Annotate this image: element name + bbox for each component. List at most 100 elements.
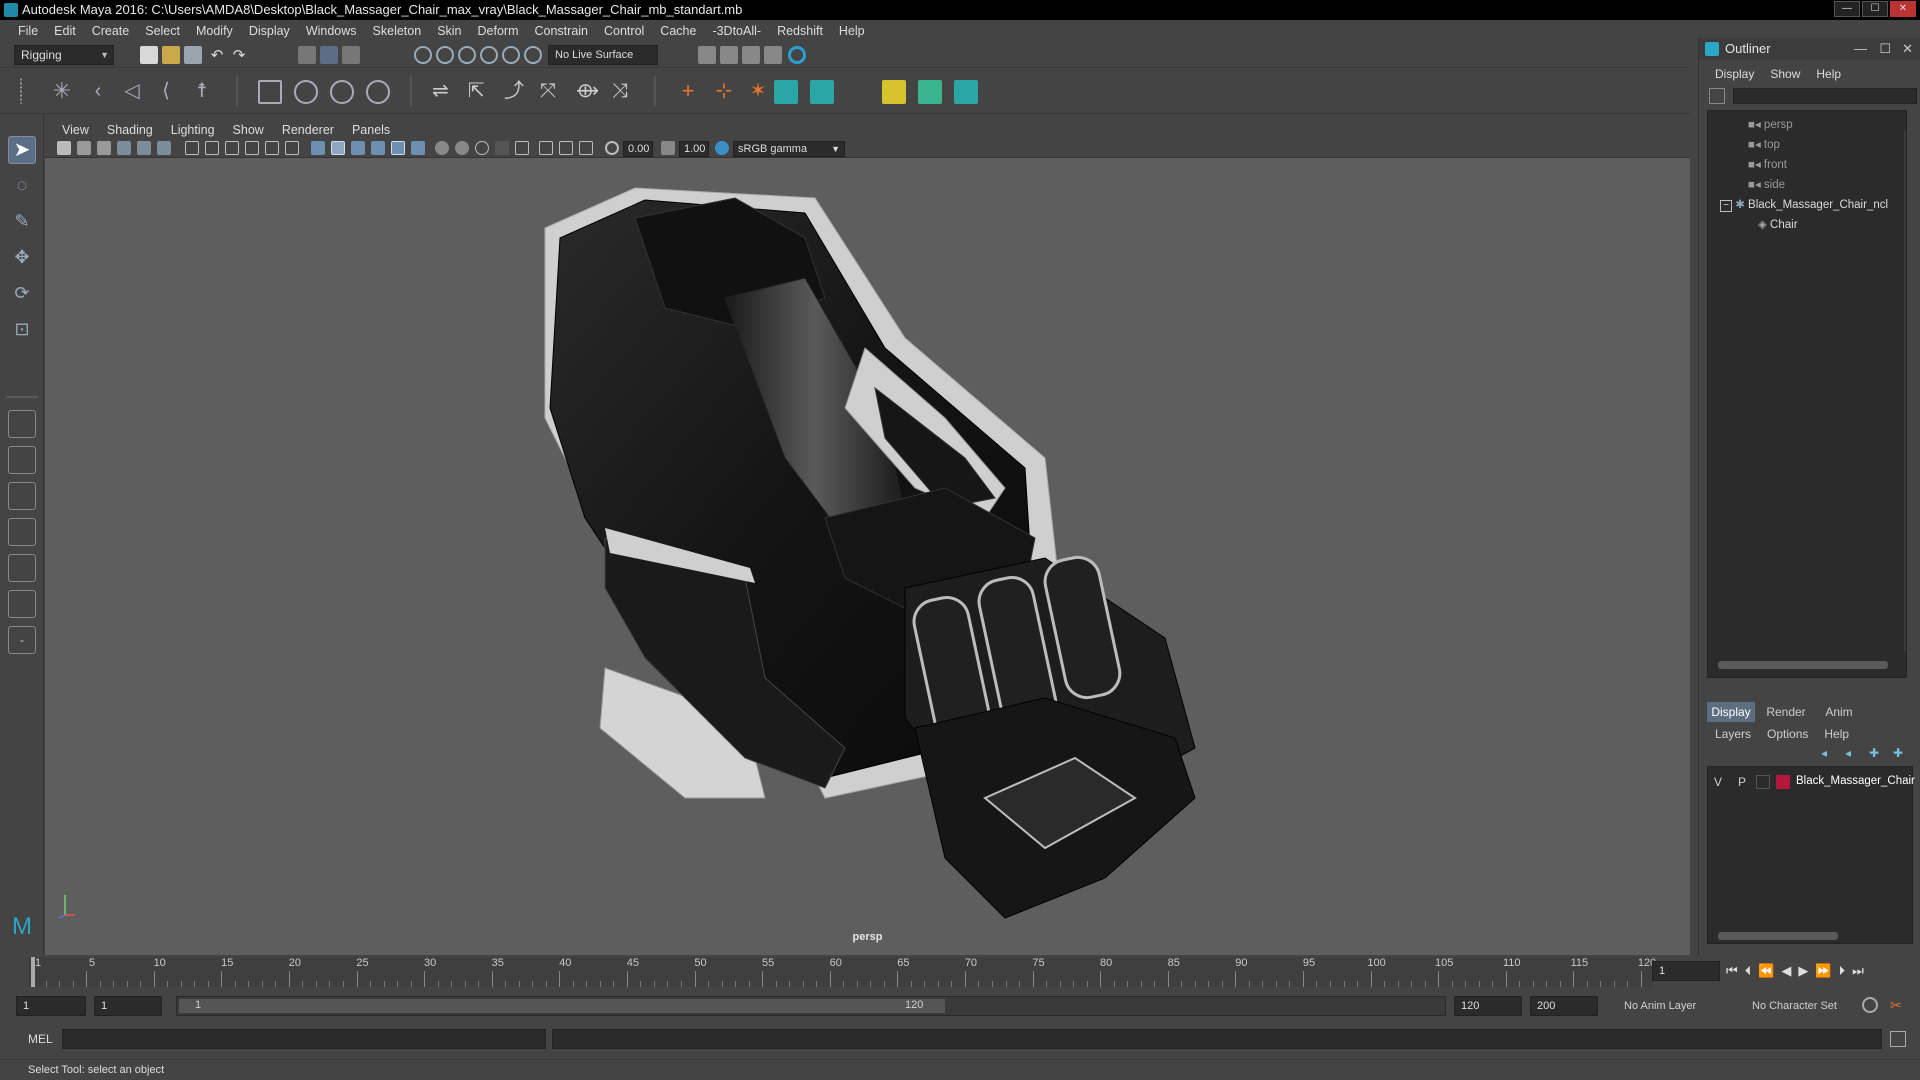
- persp-graph-layout-icon[interactable]: [8, 518, 36, 546]
- outliner-item-front[interactable]: ■◂ front: [1748, 157, 1787, 171]
- view-transform-dropdown[interactable]: sRGB gamma ▼: [733, 141, 845, 157]
- close-icon[interactable]: ✕: [1902, 38, 1913, 60]
- script-editor-icon[interactable]: [1890, 1031, 1906, 1047]
- go-to-start-icon[interactable]: ⏮: [1726, 963, 1738, 979]
- gate-mask-icon[interactable]: [245, 141, 259, 155]
- blend-shape-icon[interactable]: ⤧: [540, 80, 564, 104]
- rotate-tool-icon[interactable]: ⟳: [8, 280, 36, 308]
- joint-tool-icon[interactable]: ✳: [50, 80, 74, 104]
- play-forwards-icon[interactable]: ▶: [1798, 963, 1808, 979]
- scale-tool-icon[interactable]: ⊡: [8, 316, 36, 344]
- new-layer-icon[interactable]: ✚: [1869, 746, 1883, 760]
- range-slider-handle[interactable]: [179, 999, 945, 1013]
- menu-skeleton[interactable]: Skeleton: [365, 24, 430, 38]
- point-constraint-icon[interactable]: +: [676, 80, 700, 104]
- interactive-bind-icon[interactable]: [294, 80, 318, 104]
- playback-end-field[interactable]: 120: [1454, 996, 1522, 1016]
- layer-row[interactable]: V P Black_Massager_Chair: [1708, 773, 1915, 791]
- single-perspective-layout-icon[interactable]: [8, 410, 36, 438]
- refresh-icon[interactable]: [1709, 88, 1725, 104]
- select-by-component-icon[interactable]: [342, 46, 360, 64]
- outliner-menu-show[interactable]: Show: [1762, 67, 1808, 81]
- snap-live-icon[interactable]: [502, 46, 520, 64]
- persp-outliner-layout-icon[interactable]: [8, 482, 36, 510]
- exposure-icon[interactable]: [605, 141, 619, 155]
- bind-skin-icon[interactable]: [258, 80, 282, 104]
- live-surface-field[interactable]: No Live Surface: [548, 45, 658, 65]
- custom-layout-icon[interactable]: [8, 590, 36, 618]
- mash-icon[interactable]: [774, 80, 798, 104]
- snap-point-icon[interactable]: [458, 46, 476, 64]
- undo-icon[interactable]: ↶: [208, 46, 226, 64]
- snap-view-plane-icon[interactable]: [480, 46, 498, 64]
- panel-menu-lighting[interactable]: Lighting: [162, 123, 224, 137]
- anti-aliasing-icon[interactable]: [475, 141, 489, 155]
- mash-network-icon[interactable]: [810, 80, 834, 104]
- smooth-shade-icon[interactable]: [331, 141, 345, 155]
- textured-icon[interactable]: [371, 141, 385, 155]
- outliner-search-input[interactable]: [1733, 88, 1917, 104]
- field-chart-icon[interactable]: [265, 141, 279, 155]
- aim-constraint-icon[interactable]: ⊹: [712, 80, 736, 104]
- film-gate-icon[interactable]: [205, 141, 219, 155]
- skin-cluster-icon[interactable]: [366, 80, 390, 104]
- panel-menu-panels[interactable]: Panels: [343, 123, 399, 137]
- tab-display[interactable]: Display: [1707, 702, 1755, 722]
- resolution-gate-icon[interactable]: [225, 141, 239, 155]
- use-all-lights-icon[interactable]: [391, 141, 405, 155]
- step-back-frame-icon[interactable]: ⏴: [1745, 963, 1752, 979]
- current-time-marker[interactable]: [31, 957, 35, 987]
- ik-spline-icon[interactable]: ◁: [120, 80, 144, 104]
- select-by-object-icon[interactable]: [320, 46, 338, 64]
- orient-constraint-icon[interactable]: ✶: [746, 80, 770, 104]
- animation-start-field[interactable]: 1: [16, 996, 86, 1016]
- sculpt-deformer-icon[interactable]: ⤨: [612, 80, 636, 104]
- tab-anim[interactable]: Anim: [1817, 702, 1861, 722]
- snap-curve-icon[interactable]: [436, 46, 454, 64]
- script-tool-icon[interactable]: [882, 80, 906, 104]
- current-frame-field[interactable]: 1: [1652, 961, 1720, 981]
- minimize-icon[interactable]: —: [1854, 38, 1867, 60]
- shadows-icon[interactable]: [411, 141, 425, 155]
- menu-help[interactable]: Help: [831, 24, 873, 38]
- step-back-key-icon[interactable]: ⏪: [1758, 963, 1774, 979]
- isolate-select-icon[interactable]: [515, 141, 529, 155]
- camera-attributes-icon[interactable]: [77, 141, 91, 155]
- save-scene-icon[interactable]: [184, 46, 202, 64]
- menu-deform[interactable]: Deform: [470, 24, 527, 38]
- redo-icon[interactable]: ↷: [230, 46, 248, 64]
- menu-3dtoall[interactable]: -3DtoAll-: [704, 24, 769, 38]
- range-slider[interactable]: 1 120: [176, 996, 1446, 1016]
- new-scene-icon[interactable]: [140, 46, 158, 64]
- backface-culling-icon[interactable]: [579, 141, 593, 155]
- panel-menu-show[interactable]: Show: [224, 123, 273, 137]
- menu-display[interactable]: Display: [241, 24, 298, 38]
- screen-space-ao-icon[interactable]: [435, 141, 449, 155]
- render-view-icon[interactable]: [698, 46, 716, 64]
- cluster-icon[interactable]: ⇌: [432, 80, 456, 104]
- new-layer-from-selected-icon[interactable]: ✚: [1893, 746, 1907, 760]
- menu-file[interactable]: File: [10, 24, 46, 38]
- auto-key-icon[interactable]: [1862, 997, 1878, 1013]
- go-to-end-icon[interactable]: ⏭: [1852, 963, 1864, 979]
- outliner-item-chair-group[interactable]: − ✱ Black_Massager_Chair_ncl: [1720, 197, 1888, 212]
- menu-set-dropdown[interactable]: Rigging ▼: [14, 45, 114, 65]
- vertical-scrollbar[interactable]: [1904, 131, 1906, 651]
- move-layer-down-icon[interactable]: ◂: [1845, 746, 1859, 760]
- layer-playback-toggle[interactable]: P: [1738, 775, 1746, 789]
- grid-icon[interactable]: [185, 141, 199, 155]
- step-forward-frame-icon[interactable]: ⏵: [1839, 963, 1846, 979]
- panel-menu-view[interactable]: View: [53, 123, 98, 137]
- xray-joints-icon[interactable]: [559, 141, 573, 155]
- maximize-icon[interactable]: ☐: [1879, 38, 1891, 60]
- more-layouts-icon[interactable]: -: [8, 626, 36, 654]
- outliner-item-top[interactable]: ■◂ top: [1748, 137, 1780, 151]
- color-management-icon[interactable]: [715, 141, 729, 155]
- xray-icon[interactable]: [539, 141, 553, 155]
- anim-layer-dropdown[interactable]: No Anim Layer: [1624, 996, 1738, 1016]
- humanik-icon[interactable]: ☨: [190, 80, 214, 104]
- outliner-item-chair[interactable]: ◈ Chair: [1758, 217, 1798, 231]
- wire-deformer-icon[interactable]: ⟴: [576, 80, 600, 104]
- select-camera-icon[interactable]: [57, 141, 71, 155]
- character-set-dropdown[interactable]: No Character Set: [1752, 996, 1866, 1016]
